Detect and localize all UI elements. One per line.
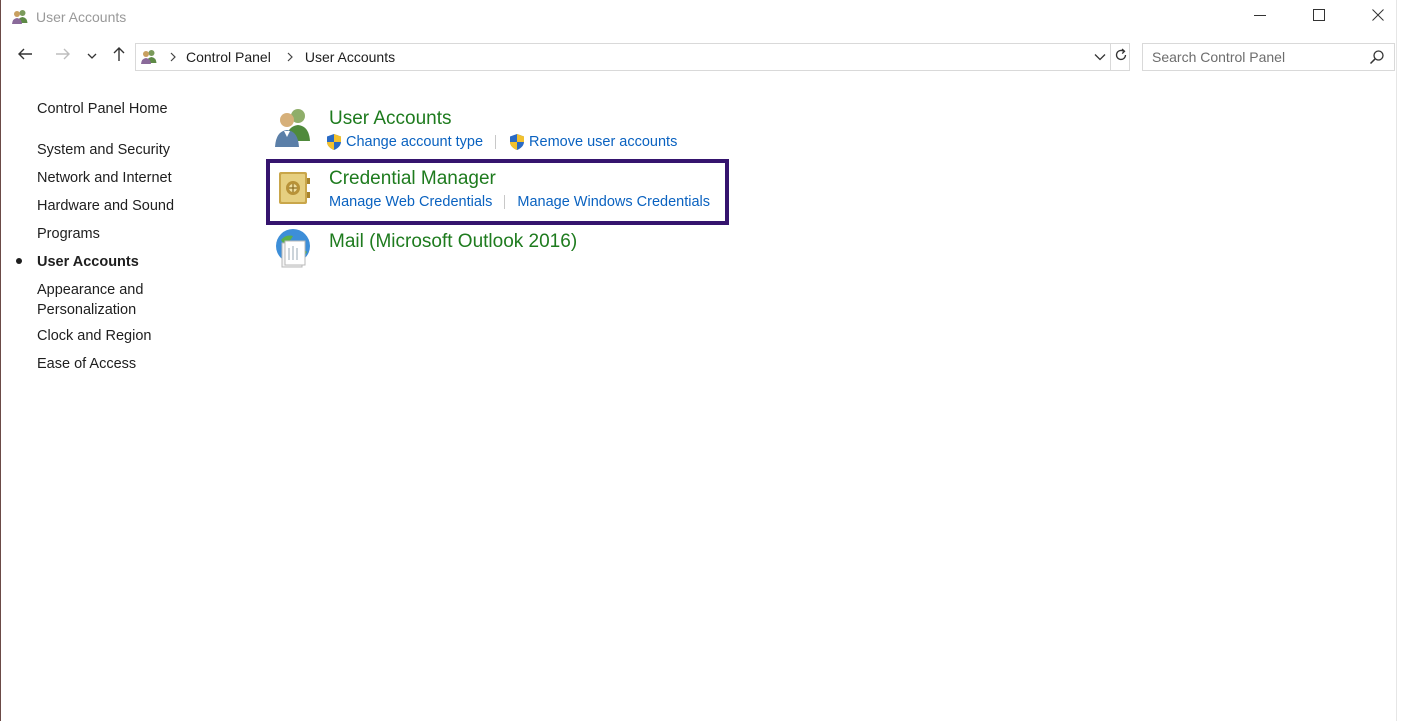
arrow-left-icon [17,47,33,66]
maximize-button[interactable] [1290,0,1348,34]
up-button[interactable] [107,44,131,68]
breadcrumb-control-panel[interactable]: Control Panel [186,49,271,65]
refresh-button[interactable] [1111,44,1130,70]
users-icon [140,48,158,66]
category-title-mail[interactable]: Mail (Microsoft Outlook 2016) [329,231,577,253]
address-dropdown-button[interactable] [1090,44,1110,70]
sidebar-item-programs[interactable]: Programs [37,224,100,244]
breadcrumb: Control Panel User Accounts [164,44,395,70]
sidebar-item-clock-and-region[interactable]: Clock and Region [37,326,151,346]
category-links: Change account type Remove user accounts [325,133,677,151]
navigation-bar: Control Panel User Accounts [1,40,1397,74]
user-accounts-icon[interactable] [272,105,316,149]
chevron-right-icon[interactable] [287,52,293,62]
window-frame-left [0,0,1,721]
current-item-bullet [16,258,22,264]
uac-shield-icon [325,133,343,151]
search-input[interactable] [1143,44,1363,70]
search-icon[interactable] [1369,49,1385,65]
search-box [1142,43,1395,71]
uac-shield-icon [508,133,526,151]
link-label: Remove user accounts [529,134,678,150]
window-frame-right [1396,0,1397,721]
recent-locations-button[interactable] [83,44,101,68]
chevron-right-icon[interactable] [170,52,176,62]
sidebar-item-appearance-and-personalization[interactable]: Appearance and Personalization [37,280,143,320]
back-button[interactable] [13,44,37,68]
credential-manager-highlight-box [266,159,729,225]
minimize-button[interactable] [1231,0,1289,34]
sidebar-item-control-panel-home[interactable]: Control Panel Home [37,99,168,119]
chevron-down-icon [1094,48,1106,66]
arrow-up-icon [112,46,126,67]
link-label: Change account type [346,134,484,150]
category-title-user-accounts[interactable]: User Accounts [329,108,452,130]
close-icon [1372,8,1384,26]
arrow-right-icon [55,47,71,66]
users-icon [11,8,29,26]
minimize-icon [1254,8,1266,26]
mail-icon[interactable] [272,226,316,270]
sidebar-item-hardware-and-sound[interactable]: Hardware and Sound [37,196,174,216]
sidebar-item-label-line2: Personalization [37,302,137,318]
close-button[interactable] [1349,0,1405,34]
chevron-down-icon [87,47,97,65]
breadcrumb-user-accounts[interactable]: User Accounts [305,49,395,65]
sidebar-item-network-and-internet[interactable]: Network and Internet [37,168,172,188]
sidebar-item-ease-of-access[interactable]: Ease of Access [37,354,136,374]
remove-user-accounts-link[interactable]: Remove user accounts [508,133,677,151]
change-account-type-link[interactable]: Change account type [325,133,483,151]
sidebar-item-label-line1: Appearance and [37,282,144,298]
window-title: User Accounts [36,9,127,25]
forward-button[interactable] [51,44,75,68]
maximize-icon [1313,8,1325,26]
title-bar: User Accounts [1,0,1397,34]
refresh-icon [1114,48,1128,67]
sidebar-item-system-and-security[interactable]: System and Security [37,140,170,160]
address-bar[interactable]: Control Panel User Accounts [135,43,1130,71]
link-separator [495,135,497,149]
sidebar-item-user-accounts[interactable]: User Accounts [37,252,139,272]
